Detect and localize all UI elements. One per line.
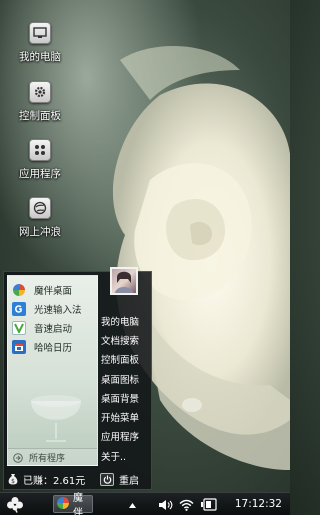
wifi-icon[interactable] xyxy=(179,493,194,515)
power-icon xyxy=(100,472,114,486)
desktop-icon-my-computer[interactable]: 我的电脑 xyxy=(12,22,68,64)
tray-expand-icon[interactable] xyxy=(128,493,137,515)
desktop-icon-web-surfing[interactable]: 网上冲浪 xyxy=(12,197,68,239)
menu-item-applications[interactable]: 应用程序 xyxy=(101,429,139,443)
taskbar: 魔伴 17:12:32 xyxy=(0,492,290,515)
app-item-mobanzhuomian[interactable]: 魔伴桌面 xyxy=(12,282,72,298)
menu-item-desktop-icons[interactable]: 桌面图标 xyxy=(101,372,139,386)
app-item-haha-calendar[interactable]: 哈哈日历 xyxy=(12,339,72,355)
app-item-guangsu-input[interactable]: 光速输入法 xyxy=(12,301,82,317)
desktop-icon-label: 应用程序 xyxy=(19,168,61,180)
desktop-icon-label: 我的电脑 xyxy=(19,51,61,63)
v-launch-icon xyxy=(12,321,26,335)
monitor-icon xyxy=(29,22,51,44)
desktop-icon-control-panel[interactable]: 控制面板 xyxy=(12,81,68,123)
gear-icon xyxy=(29,81,51,103)
coin-bag-icon: $ xyxy=(8,470,18,489)
arrow-right-icon xyxy=(13,448,23,467)
app-item-label: 魔伴桌面 xyxy=(34,286,73,297)
menu-item-document-search[interactable]: 文档搜索 xyxy=(101,333,139,347)
desktop-icon-label: 网上冲浪 xyxy=(19,226,61,238)
battery-icon[interactable] xyxy=(199,493,217,515)
calendar-icon xyxy=(12,340,26,354)
all-programs-button[interactable]: 所有程序 xyxy=(8,448,97,465)
restart-label: 重启 xyxy=(119,475,139,487)
desktop-icon-apps[interactable]: 应用程序 xyxy=(12,139,68,181)
clock[interactable]: 17:12:32 xyxy=(235,498,282,510)
app-item-label: 光速输入法 xyxy=(34,305,82,316)
start-menu-footer: $ 已赚：2.61元 重启 xyxy=(4,468,151,490)
avatar[interactable] xyxy=(110,267,138,295)
taskbar-app-label: 魔伴 xyxy=(73,493,83,515)
menu-item-my-computer[interactable]: 我的电脑 xyxy=(101,314,139,328)
menu-item-control-panel[interactable]: 控制面板 xyxy=(101,352,139,366)
app-item-label: 哈哈日历 xyxy=(34,343,73,354)
start-menu-app-list: 魔伴桌面 光速输入法 音速启动 哈哈日历 所有程序 xyxy=(7,275,98,466)
clover-logo-icon xyxy=(7,497,23,513)
earnings-display[interactable]: $ 已赚：2.61元 xyxy=(8,470,85,489)
menu-item-start-menu[interactable]: 开始菜单 xyxy=(101,410,139,424)
svg-text:$: $ xyxy=(11,478,15,485)
restart-button[interactable]: 重启 xyxy=(100,472,139,487)
pinwheel-icon xyxy=(12,283,26,297)
app-item-label: 音速启动 xyxy=(34,324,73,335)
menu-decoration xyxy=(31,395,81,442)
all-programs-label: 所有程序 xyxy=(29,453,66,464)
menu-item-desktop-background[interactable]: 桌面背景 xyxy=(101,391,139,405)
app-item-yinsu-launch[interactable]: 音速启动 xyxy=(12,320,72,336)
apps-grid-icon xyxy=(29,139,51,161)
desktop-icon-label: 控制面板 xyxy=(19,110,61,122)
start-menu: 魔伴桌面 光速输入法 音速启动 哈哈日历 所有程序 我的电脑 文档搜索 控制面板… xyxy=(3,267,152,490)
volume-icon[interactable] xyxy=(158,493,174,515)
input-method-icon xyxy=(12,302,26,316)
start-button[interactable] xyxy=(6,496,24,513)
globe-icon xyxy=(29,197,51,219)
earnings-label: 已赚：2.61元 xyxy=(23,475,86,487)
pinwheel-icon xyxy=(56,495,70,514)
menu-item-about[interactable]: 关于.. xyxy=(101,449,126,463)
taskbar-app-moban[interactable]: 魔伴 xyxy=(53,493,93,515)
